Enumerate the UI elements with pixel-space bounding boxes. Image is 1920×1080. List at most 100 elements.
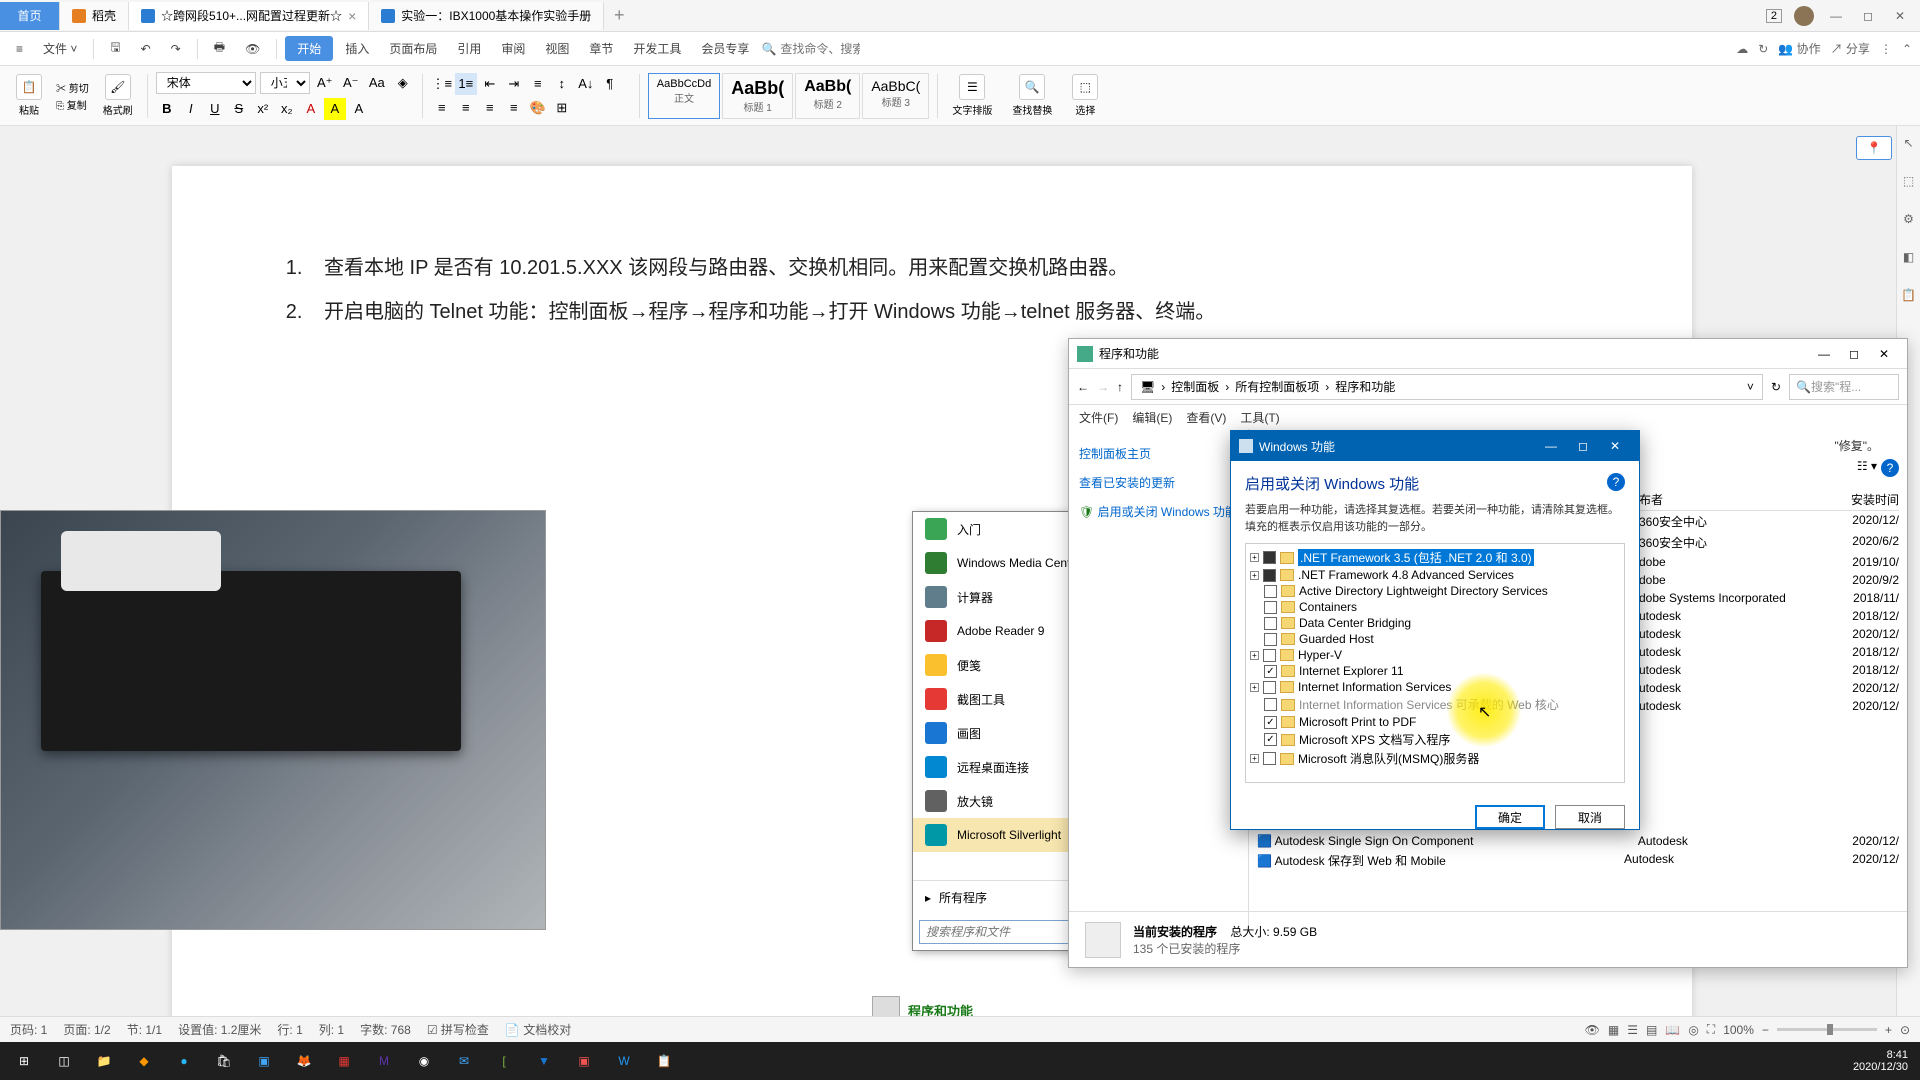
menu-start[interactable]: 开始 — [285, 36, 333, 61]
view-icon[interactable]: 👁 — [1585, 1023, 1600, 1037]
maximize-icon[interactable]: ◻ — [1567, 431, 1599, 461]
cloud-icon[interactable]: ☁ — [1736, 42, 1748, 56]
updates-link[interactable]: 查看已安装的更新 — [1079, 468, 1238, 497]
wf-feature-tree[interactable]: +.NET Framework 3.5 (包括 .NET 2.0 和 3.0) … — [1245, 543, 1625, 783]
superscript-icon[interactable]: x² — [252, 98, 274, 120]
font-name-select[interactable]: 宋体 — [156, 72, 256, 94]
minimize-icon[interactable]: — — [1826, 9, 1846, 23]
app-icon[interactable]: ✉ — [444, 1044, 484, 1078]
taskview-icon[interactable]: ◫ — [44, 1044, 84, 1078]
bullets-icon[interactable]: ⋮≡ — [431, 73, 453, 95]
expand-icon[interactable]: + — [1250, 683, 1259, 692]
store-icon[interactable]: 🛍 — [204, 1044, 244, 1078]
view-icon[interactable]: ☷ ▾ — [1857, 459, 1877, 477]
menu-file[interactable]: 文件(F) — [1079, 409, 1118, 426]
wf-titlebar[interactable]: Windows 功能 — ◻ ✕ — [1231, 431, 1639, 461]
features-link[interactable]: 🛡 启用或关闭 Windows 功能 — [1079, 497, 1238, 526]
underline-icon[interactable]: U — [204, 98, 226, 120]
print-icon[interactable]: 🖶 — [206, 34, 233, 63]
feature-item[interactable]: +Hyper-V — [1250, 647, 1620, 663]
close-icon[interactable]: ✕ — [1599, 431, 1631, 461]
tab-home[interactable]: 首页 — [0, 2, 60, 30]
help-icon[interactable]: ? — [1607, 473, 1625, 491]
cut-button[interactable]: ✂ 剪切 — [56, 80, 89, 95]
notification-badge[interactable]: 2 — [1766, 9, 1782, 23]
font-size-select[interactable]: 小五 — [260, 72, 310, 94]
cancel-button[interactable]: 取消 — [1555, 805, 1625, 829]
browser-icon[interactable]: ● — [164, 1044, 204, 1078]
tab-document-1[interactable]: ☆跨网段510+...网配置过程更新☆× — [129, 2, 369, 30]
system-tray[interactable]: 8:41 2020/12/30 — [1845, 1049, 1916, 1073]
status-pages[interactable]: 页面: 1/2 — [63, 1021, 110, 1038]
highlight-icon[interactable]: A — [324, 98, 346, 120]
expand-icon[interactable]: + — [1250, 571, 1259, 580]
checkbox[interactable] — [1264, 601, 1277, 614]
refresh-icon[interactable]: ↻ — [1771, 380, 1781, 394]
pf-search[interactable]: 🔍 搜索"程... — [1789, 374, 1899, 400]
clipboard-icon[interactable]: 📋 — [1900, 286, 1918, 304]
preview-icon[interactable]: 👁 — [237, 38, 268, 60]
forward-icon[interactable]: → — [1097, 380, 1109, 394]
avatar[interactable] — [1794, 6, 1814, 26]
font-effect-icon[interactable]: A — [348, 98, 370, 120]
checkbox[interactable] — [1263, 681, 1276, 694]
outline-icon[interactable]: ☰ — [1627, 1023, 1638, 1037]
menu-review[interactable]: 审阅 — [493, 36, 533, 61]
text-layout[interactable]: ☰文字排版 — [946, 74, 998, 117]
app-icon[interactable]: ▣ — [564, 1044, 604, 1078]
fullscreen-icon[interactable]: ⛶ — [1707, 1022, 1715, 1037]
tab-document-2[interactable]: 实验一：IBX1000基本操作实验手册 — [369, 2, 604, 30]
fit-icon[interactable]: ⊙ — [1900, 1023, 1910, 1037]
properties-icon[interactable]: ◧ — [1900, 248, 1918, 266]
showmarks-icon[interactable]: ¶ — [599, 73, 621, 95]
copy-button[interactable]: ⎘ 复制 — [56, 97, 89, 112]
style-h3[interactable]: AaBbC(标题 3 — [862, 73, 929, 119]
maximize-icon[interactable]: ◻ — [1858, 9, 1878, 23]
app-icon[interactable]: [ — [484, 1044, 524, 1078]
checkbox[interactable] — [1264, 716, 1277, 729]
maximize-icon[interactable]: ◻ — [1839, 343, 1869, 365]
bold-icon[interactable]: B — [156, 98, 178, 120]
indent-right-icon[interactable]: ⇥ — [503, 73, 525, 95]
app-icon[interactable]: ▼ — [524, 1044, 564, 1078]
ok-button[interactable]: 确定 — [1475, 805, 1545, 829]
web-layout-icon[interactable]: ▤ — [1646, 1023, 1657, 1037]
feature-item[interactable]: Guarded Host — [1250, 631, 1620, 647]
menu-file[interactable]: 文件 ˅ — [35, 36, 85, 61]
style-h2[interactable]: AaBb(标题 2 — [795, 73, 860, 119]
close-icon[interactable]: ✕ — [1869, 343, 1899, 365]
close-icon[interactable]: ✕ — [1890, 9, 1910, 23]
checkbox[interactable] — [1264, 698, 1277, 711]
feature-item[interactable]: Containers — [1250, 599, 1620, 615]
strike-icon[interactable]: S — [228, 98, 250, 120]
minimize-icon[interactable]: — — [1535, 431, 1567, 461]
sync-icon[interactable]: ↻ — [1758, 42, 1768, 56]
focus-icon[interactable]: ◎ — [1688, 1023, 1698, 1037]
zoom-slider[interactable] — [1777, 1028, 1877, 1031]
status-spell[interactable]: ☑ 拼写检查 — [427, 1021, 489, 1038]
expand-icon[interactable]: + — [1250, 651, 1259, 660]
up-icon[interactable]: ↑ — [1117, 380, 1123, 394]
checkbox[interactable] — [1263, 752, 1276, 765]
zoom-label[interactable]: 100% — [1723, 1023, 1754, 1037]
location-badge[interactable]: 📍 — [1856, 136, 1892, 160]
status-words[interactable]: 字数: 768 — [360, 1021, 411, 1038]
back-icon[interactable]: ← — [1077, 380, 1089, 394]
style-normal[interactable]: AaBbCcDd正文 — [648, 73, 720, 119]
hamburger-icon[interactable]: ≡ — [8, 38, 31, 60]
format-painter[interactable]: 🖌 格式刷 — [97, 74, 139, 117]
redo-icon[interactable]: ↷ — [163, 38, 189, 60]
menu-edit[interactable]: 编辑(E) — [1132, 409, 1172, 426]
font-color-icon[interactable]: A — [300, 98, 322, 120]
checkbox[interactable] — [1263, 551, 1276, 564]
styles-gallery[interactable]: AaBbCcDd正文 AaBb(标题 1 AaBb(标题 2 AaBbC(标题 … — [648, 73, 930, 119]
pf-titlebar[interactable]: 程序和功能 — ◻ ✕ — [1069, 339, 1907, 369]
app-icon[interactable]: ▦ — [324, 1044, 364, 1078]
more-icon[interactable]: ⋮ — [1880, 42, 1892, 56]
numbering-icon[interactable]: 1≡ — [455, 73, 477, 95]
share-button[interactable]: ↗ 分享 — [1831, 40, 1870, 57]
command-search[interactable]: 🔍 — [761, 42, 860, 56]
checkbox[interactable] — [1264, 633, 1277, 646]
menu-view[interactable]: 视图 — [537, 36, 577, 61]
close-icon[interactable]: × — [348, 8, 356, 24]
